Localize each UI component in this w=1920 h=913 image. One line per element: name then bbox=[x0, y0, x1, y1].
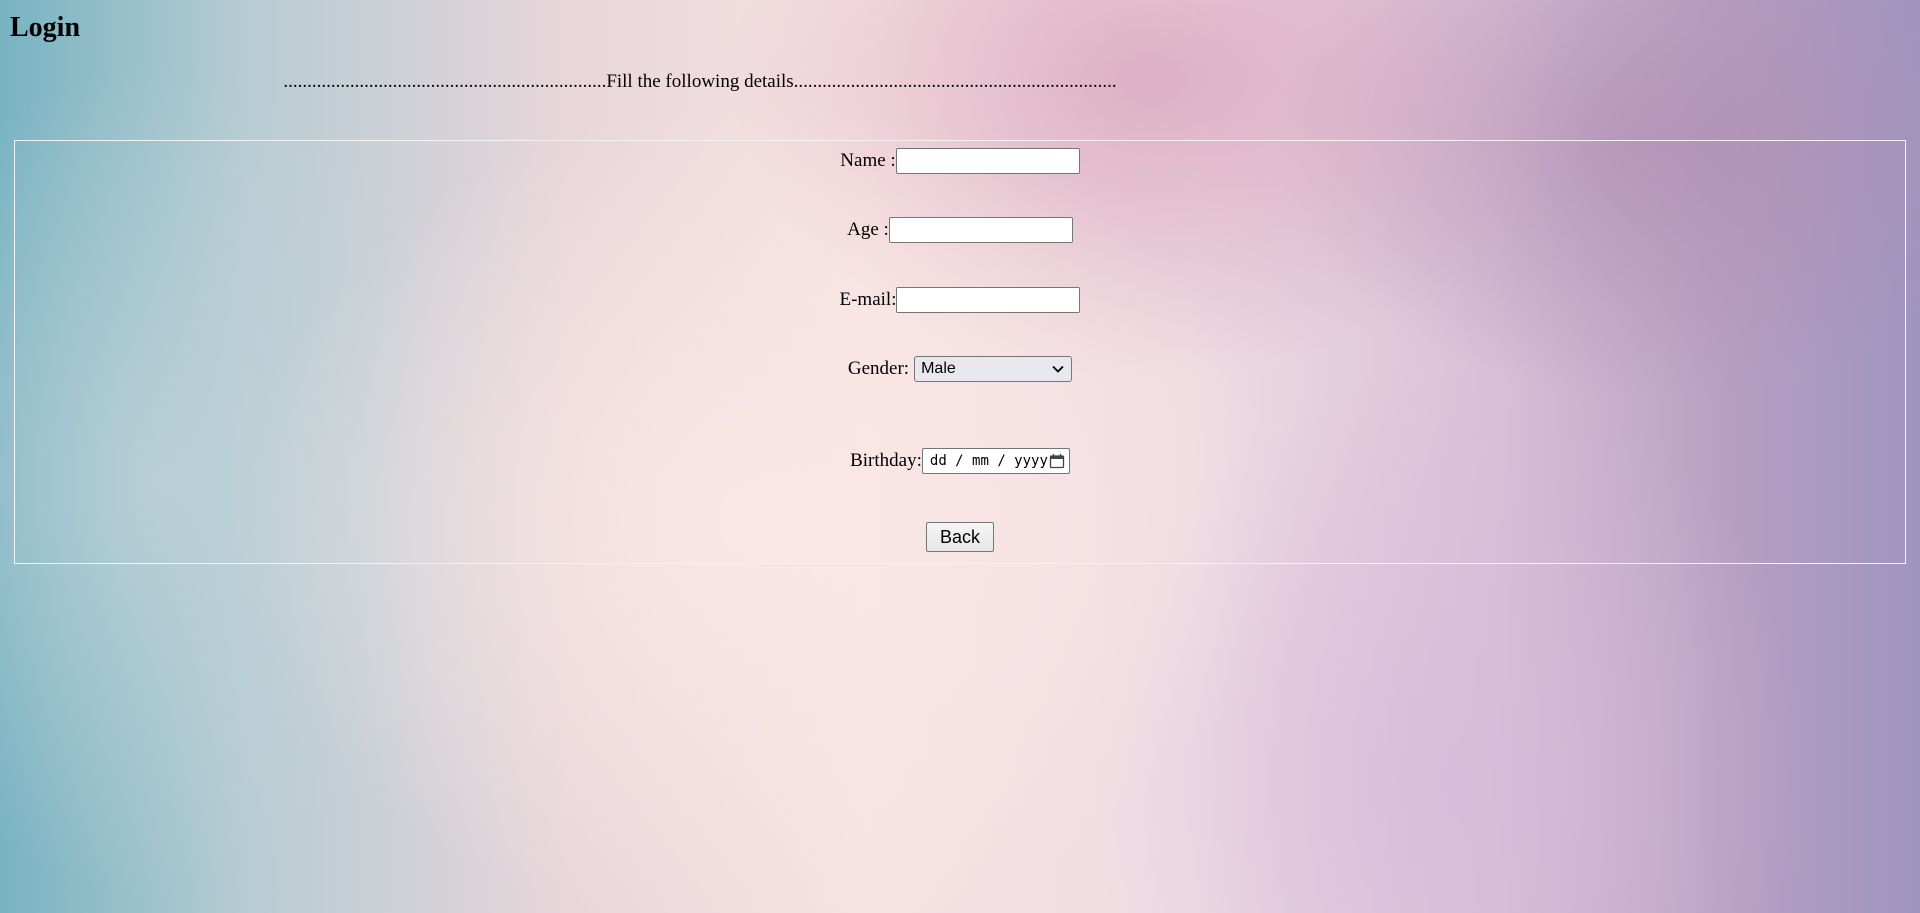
name-label: Name : bbox=[840, 150, 896, 171]
name-row: Name : bbox=[15, 147, 1905, 175]
birthday-input[interactable]: dd / mm / yyyy bbox=[921, 448, 1070, 474]
age-input[interactable] bbox=[888, 217, 1073, 243]
calendar-icon[interactable] bbox=[1049, 453, 1065, 469]
gender-row: Gender: Male bbox=[15, 355, 1905, 383]
age-label: Age : bbox=[847, 219, 889, 240]
name-input[interactable] bbox=[895, 148, 1080, 174]
actions-row: Back bbox=[15, 521, 1905, 553]
email-row: E-mail: bbox=[15, 286, 1905, 314]
page-title: Login bbox=[10, 12, 81, 43]
gender-select[interactable]: Male bbox=[914, 356, 1073, 382]
gender-label: Gender: bbox=[847, 358, 910, 379]
form-instructions: ........................................… bbox=[283, 71, 1117, 92]
birthday-label: Birthday: bbox=[850, 450, 922, 471]
back-button[interactable]: Back bbox=[926, 522, 994, 552]
email-label: E-mail: bbox=[839, 289, 897, 310]
email-input[interactable] bbox=[896, 287, 1081, 313]
gender-selected-value: Male bbox=[921, 360, 956, 377]
registration-form: Name : Age : E-mail: Gender: Male Birthd… bbox=[14, 140, 1906, 564]
birthday-row: Birthday: dd / mm / yyyy bbox=[15, 447, 1905, 475]
age-row: Age : bbox=[15, 216, 1905, 244]
chevron-down-icon bbox=[1052, 365, 1064, 373]
birthday-placeholder: dd / mm / yyyy bbox=[929, 453, 1048, 469]
